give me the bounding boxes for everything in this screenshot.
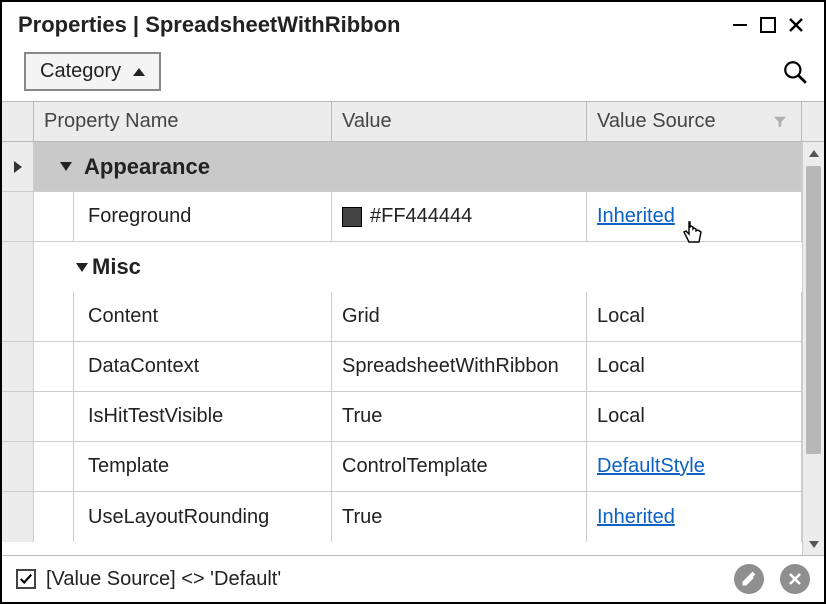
edit-filter-button[interactable] [734, 564, 764, 594]
gutter-header [2, 102, 34, 141]
grouping-dropdown[interactable]: Category [24, 52, 161, 91]
titlebar: Properties | SpreadsheetWithRibbon [2, 2, 824, 40]
vertical-scrollbar[interactable] [802, 142, 824, 555]
row-uselayoutrounding[interactable]: UseLayoutRounding True Inherited [2, 492, 802, 542]
filter-checkbox[interactable] [16, 569, 36, 589]
properties-window: Properties | SpreadsheetWithRibbon Categ… [0, 0, 826, 604]
caret-up-icon [133, 68, 145, 76]
grid-body: Appearance Foreground #FF444444 Inherite… [2, 142, 824, 555]
expander-collapsed-icon[interactable] [60, 162, 72, 171]
value-source-link[interactable]: DefaultStyle [597, 455, 705, 478]
maximize-button[interactable] [754, 17, 782, 33]
column-headers: Property Name Value Value Source [2, 101, 824, 142]
close-button[interactable] [782, 16, 810, 34]
minimize-button[interactable] [726, 16, 754, 34]
filter-bar: [Value Source] <> 'Default' [2, 555, 824, 602]
grouping-label: Category [40, 60, 121, 83]
row-template[interactable]: Template ControlTemplate DefaultStyle [2, 442, 802, 492]
scroll-track[interactable] [803, 164, 824, 533]
filter-icon [773, 115, 787, 129]
scroll-up-button[interactable] [803, 142, 824, 164]
row-content[interactable]: Content Grid Local [2, 292, 802, 342]
expander-collapsed-icon[interactable] [76, 263, 88, 272]
value-source-link[interactable]: Inherited [597, 205, 675, 228]
color-swatch [342, 207, 362, 227]
header-value-source[interactable]: Value Source [587, 102, 802, 141]
row-foreground[interactable]: Foreground #FF444444 Inherited [2, 192, 802, 242]
header-property-name[interactable]: Property Name [34, 102, 332, 141]
filter-expression: [Value Source] <> 'Default' [46, 568, 718, 591]
value-source-link[interactable]: Inherited [597, 506, 675, 529]
scroll-thumb[interactable] [806, 166, 821, 454]
row-ishittestvisible[interactable]: IsHitTestVisible True Local [2, 392, 802, 442]
header-value[interactable]: Value [332, 102, 587, 141]
cursor-hand-icon [679, 220, 707, 250]
row-indicator-icon [14, 161, 22, 173]
search-button[interactable] [782, 59, 808, 85]
window-title: Properties | SpreadsheetWithRibbon [18, 12, 726, 38]
scroll-down-button[interactable] [803, 533, 824, 555]
group-appearance[interactable]: Appearance [2, 142, 802, 192]
toolbar: Category [2, 40, 824, 101]
clear-filter-button[interactable] [780, 564, 810, 594]
row-datacontext[interactable]: DataContext SpreadsheetWithRibbon Local [2, 342, 802, 392]
